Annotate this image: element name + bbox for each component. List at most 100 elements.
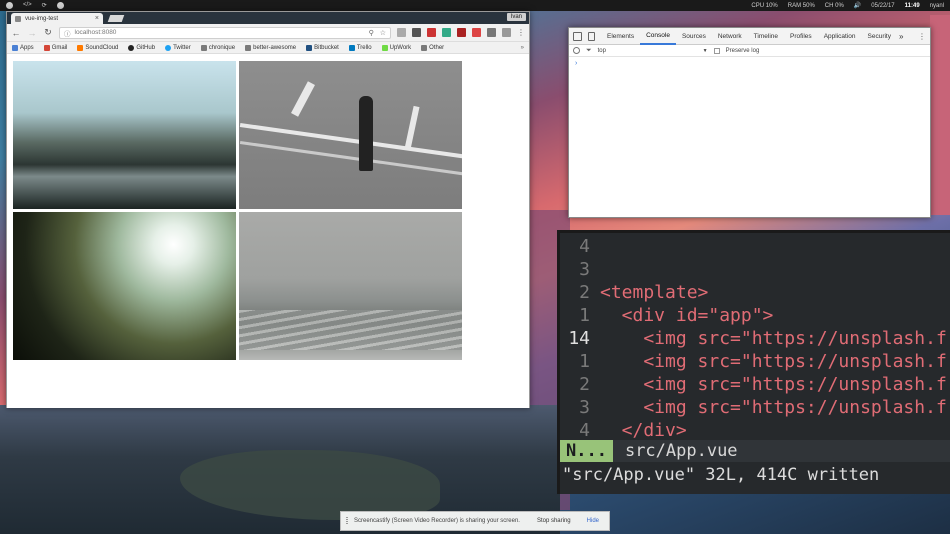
twitter-icon bbox=[165, 44, 172, 51]
bookmark-item[interactable]: chronique bbox=[200, 44, 235, 51]
tab-profiles[interactable]: Profiles bbox=[784, 28, 818, 45]
github-icon bbox=[128, 44, 135, 51]
photo-grass-sunlight bbox=[13, 212, 236, 360]
extension-icon[interactable] bbox=[427, 28, 436, 37]
bookmarks-overflow-button[interactable]: » bbox=[521, 45, 524, 51]
bookmark-item[interactable]: Apps bbox=[12, 44, 34, 51]
clear-console-icon[interactable] bbox=[573, 47, 580, 54]
photo-person-walking-road bbox=[239, 61, 462, 209]
ch-indicator: CH 0% bbox=[824, 2, 844, 9]
code-line: 3 bbox=[579, 259, 590, 280]
bookmark-item[interactable]: Twitter bbox=[165, 44, 191, 51]
inspect-element-icon[interactable] bbox=[573, 31, 582, 41]
extension-icon[interactable] bbox=[397, 28, 406, 37]
refresh-icon[interactable]: ⟳ bbox=[42, 2, 47, 9]
bookmark-item[interactable]: GitHub bbox=[128, 44, 155, 51]
console-prompt[interactable]: › bbox=[569, 57, 930, 70]
extension-icon[interactable] bbox=[442, 28, 451, 37]
new-tab-button[interactable] bbox=[107, 15, 125, 22]
vim-filename: src/App.vue bbox=[624, 441, 738, 461]
forward-icon[interactable]: → bbox=[27, 28, 37, 38]
tab-elements[interactable]: Elements bbox=[601, 28, 640, 45]
code-line: 4 </div> bbox=[579, 420, 687, 441]
bookmark-item[interactable]: Trello bbox=[348, 44, 372, 51]
vim-statusline: N... src/App.vue bbox=[560, 440, 950, 462]
tab-application[interactable]: Application bbox=[818, 28, 862, 45]
hide-button[interactable]: Hide bbox=[582, 516, 604, 526]
cloud-icon[interactable] bbox=[487, 28, 496, 37]
user-label[interactable]: nyanl bbox=[930, 3, 944, 9]
vue-devtools-icon[interactable] bbox=[457, 28, 466, 37]
page-favicon-icon bbox=[15, 15, 21, 22]
wallpaper-shape bbox=[930, 15, 950, 215]
star-icon[interactable]: ☆ bbox=[380, 29, 386, 37]
volume-icon[interactable]: 🔊 bbox=[854, 2, 861, 9]
tab-network[interactable]: Network bbox=[712, 28, 748, 45]
bookmark-item[interactable]: Bitbucket bbox=[306, 44, 339, 51]
photo-landscape-river bbox=[13, 61, 236, 209]
filter-icon[interactable]: ⏷ bbox=[586, 47, 592, 55]
profile-button[interactable]: Ivan bbox=[506, 13, 526, 21]
ram-indicator: RAM 50% bbox=[787, 2, 815, 9]
context-selector[interactable]: top ▼ bbox=[598, 48, 708, 54]
extension-icons: ⋮ bbox=[397, 28, 525, 37]
tab-security[interactable]: Security bbox=[862, 28, 897, 45]
stop-sharing-button[interactable]: Stop sharing bbox=[532, 516, 576, 526]
back-icon[interactable]: ← bbox=[11, 28, 21, 38]
extension-icon[interactable] bbox=[412, 28, 421, 37]
clock-label: 11:49 bbox=[904, 2, 920, 9]
screen-share-notification: Screencastify (Screen Video Recorder) is… bbox=[340, 511, 610, 531]
gmail-icon bbox=[43, 44, 50, 51]
date-label: 05/22/17 bbox=[871, 2, 895, 9]
code-line: 1 <img src="https://unsplash.f bbox=[579, 351, 947, 372]
search-icon[interactable]: ⚲ bbox=[369, 29, 374, 37]
terminal-window[interactable]: 4 3 2 <template> 1 <div id="app"> 14 <im… bbox=[557, 230, 950, 494]
device-toolbar-icon[interactable] bbox=[588, 31, 595, 41]
code-line: 1 <div id="app"> bbox=[579, 305, 774, 326]
code-line: 3 <img src="https://unsplash.f bbox=[579, 397, 947, 418]
share-message: Screencastify (Screen Video Recorder) is… bbox=[354, 518, 520, 524]
folder-icon bbox=[421, 44, 428, 51]
address-bar[interactable]: ⓘ localhost:8080 ⚲ ☆ bbox=[59, 26, 391, 39]
trello-icon bbox=[348, 44, 355, 51]
code-line-current: 14 <img src="https://unsplash.f bbox=[568, 328, 947, 349]
tab-strip: vue-img-test × Ivan bbox=[7, 12, 529, 24]
bitbucket-icon bbox=[306, 44, 313, 51]
menu-icon[interactable] bbox=[6, 2, 13, 9]
close-icon[interactable]: × bbox=[95, 15, 99, 22]
page-content bbox=[7, 54, 529, 408]
chevron-down-icon: ▼ bbox=[702, 47, 708, 54]
bookmark-item[interactable]: Gmail bbox=[43, 44, 67, 51]
bookmarks-bar: Apps Gmail SoundCloud GitHub Twitter chr… bbox=[7, 42, 529, 54]
page-info-icon[interactable]: ⓘ bbox=[64, 28, 71, 38]
devtools-tab-bar: Elements Console Sources Network Timelin… bbox=[569, 28, 930, 45]
code-line: 2 <template> bbox=[579, 282, 709, 303]
vim-command-line[interactable]: "src/App.vue" 32L, 414C written bbox=[560, 463, 950, 487]
apps-grid-icon bbox=[12, 44, 18, 51]
code-icon[interactable]: </> bbox=[23, 2, 32, 9]
code-line: 2 <img src="https://unsplash.f bbox=[579, 374, 947, 395]
preserve-log-checkbox[interactable] bbox=[713, 47, 720, 54]
browser-window: vue-img-test × Ivan ← → ↻ ⓘ localhost:80… bbox=[6, 11, 530, 408]
drag-handle-icon[interactable] bbox=[346, 517, 348, 525]
tab-sources[interactable]: Sources bbox=[676, 28, 712, 45]
tab-timeline[interactable]: Timeline bbox=[748, 28, 784, 45]
tab-console[interactable]: Console bbox=[640, 28, 676, 45]
browser-tab[interactable]: vue-img-test × bbox=[11, 13, 103, 24]
bookmark-item[interactable]: SoundCloud bbox=[77, 44, 118, 51]
console-toolbar: ⏷ top ▼ Preserve log bbox=[569, 45, 930, 57]
bookmark-item[interactable]: Other bbox=[421, 44, 444, 51]
extension-icon[interactable] bbox=[472, 28, 481, 37]
devtools-menu-icon[interactable]: ⋮ bbox=[918, 32, 926, 41]
menu-dots-icon[interactable]: ⋮ bbox=[517, 28, 525, 37]
extension-icon[interactable] bbox=[502, 28, 511, 37]
upwork-icon bbox=[381, 44, 388, 51]
app-icon[interactable] bbox=[56, 2, 64, 9]
bookmark-item[interactable]: better-awesome bbox=[245, 44, 296, 51]
soundcloud-icon bbox=[77, 44, 84, 51]
cpu-indicator: CPU 10% bbox=[751, 2, 778, 9]
bookmark-item[interactable]: UpWork bbox=[381, 44, 411, 51]
photo-misty-coast bbox=[239, 212, 462, 360]
reload-icon[interactable]: ↻ bbox=[43, 27, 53, 38]
more-tabs-icon[interactable]: » bbox=[899, 32, 903, 41]
